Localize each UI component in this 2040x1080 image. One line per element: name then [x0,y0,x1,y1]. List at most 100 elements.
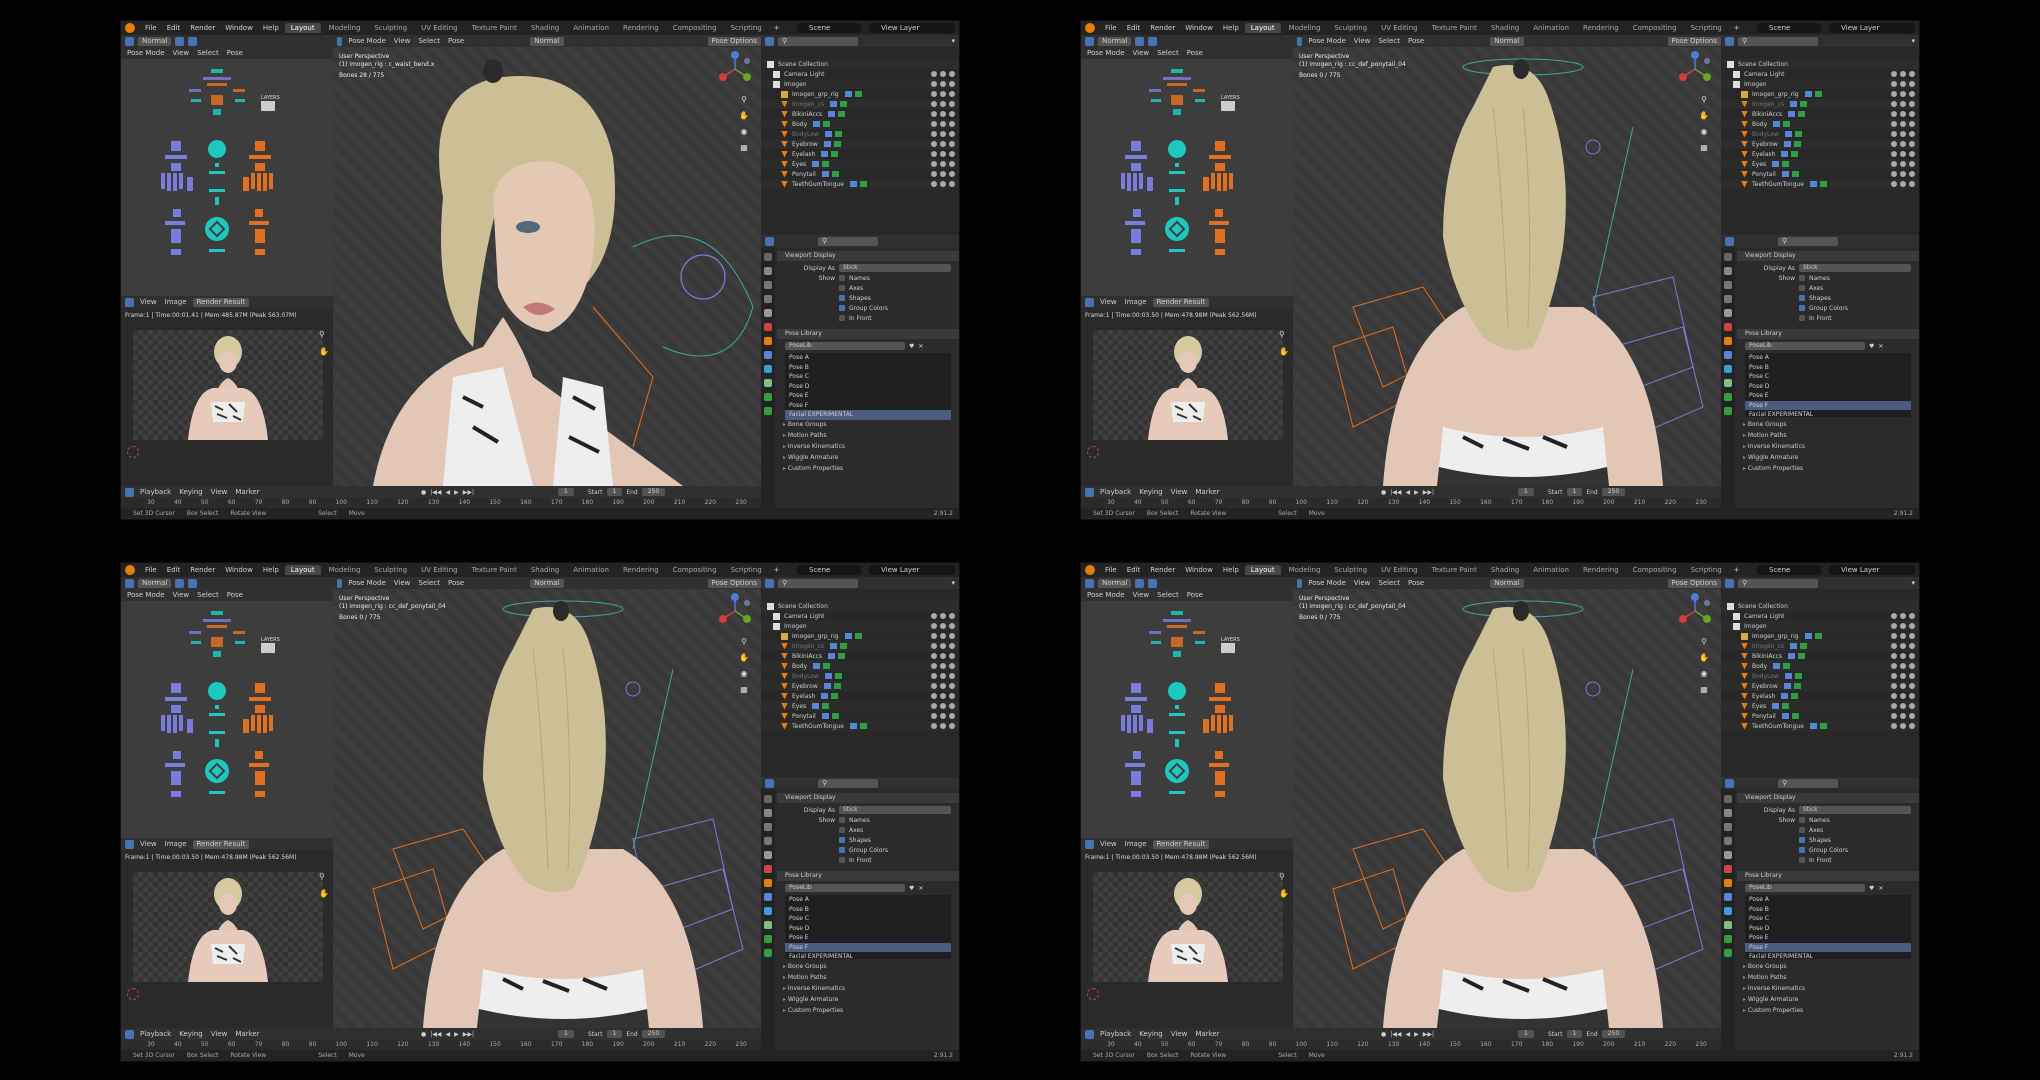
checkbox-icon[interactable] [1891,111,1897,117]
timeline-view-menu[interactable]: View [1169,1030,1190,1038]
subpanel-header[interactable]: Inverse Kinematics [1737,441,1919,452]
viewport-mode-dropdown[interactable]: Pose Mode [1306,579,1348,587]
modifier-icon[interactable] [830,643,838,649]
pose-list-item[interactable]: Pose E [1745,391,1911,401]
eye-icon[interactable] [940,161,946,167]
modifier-icon[interactable] [844,633,852,639]
modifier-icon[interactable] [840,643,848,649]
tab-animation[interactable]: Animation [567,23,615,33]
pan-view-icon[interactable]: ✋ [739,111,749,121]
snap-icon[interactable] [175,578,185,588]
poselib-selector[interactable]: PoseLib [785,342,905,350]
modifier-icon[interactable] [824,673,832,679]
eye-icon[interactable] [1900,723,1906,729]
head-control[interactable] [208,682,226,700]
scene-selector[interactable]: Scene [797,23,861,33]
modifier-icon[interactable] [1798,653,1806,659]
camera-icon[interactable] [949,151,955,157]
viewport-menu-select[interactable]: Select [416,579,442,587]
modifier-icon[interactable] [1800,101,1808,107]
checkbox-icon[interactable] [1891,161,1897,167]
hand-icon[interactable]: ✋ [1279,889,1289,898]
subpanel-header[interactable]: Custom Properties [1737,1005,1919,1016]
outliner-row[interactable]: Imogen_cs [1721,641,1919,651]
pose-library-panel[interactable]: Pose Library [777,329,959,339]
jump-end-icon[interactable]: ▶▶| [1423,1031,1434,1038]
menu-pose[interactable]: Pose [1185,49,1205,57]
modifier-icon[interactable] [1791,693,1799,699]
modifier-icon[interactable] [1809,723,1817,729]
head-control[interactable] [208,140,226,158]
image-menu-view[interactable]: View [138,298,159,306]
camera-icon[interactable] [949,161,955,167]
add-workspace-icon[interactable]: + [1730,566,1744,574]
outliner-row[interactable]: BikiniAccs [1721,651,1919,661]
view-layer-selector[interactable]: View Layer [869,565,955,575]
menu-file[interactable]: File [141,566,161,574]
outliner-search-field[interactable]: ⚲ [778,578,858,588]
timeline-editor-type-icon[interactable] [1085,487,1094,497]
tab-uv-editing[interactable]: UV Editing [415,23,464,33]
checkbox-icon[interactable] [931,713,937,719]
constraint-tab-icon[interactable] [1724,921,1732,929]
left-arm-controls[interactable] [1121,141,1153,255]
eye-icon[interactable] [1900,703,1906,709]
modifier-icon[interactable] [821,713,829,719]
eye-icon[interactable] [1900,161,1906,167]
zoom-view-icon[interactable]: ⚲ [739,95,749,105]
checkbox-icon[interactable] [931,91,937,97]
pan-view-icon[interactable]: ✋ [1699,653,1709,663]
camera-icon[interactable] [949,663,955,669]
camera-icon[interactable] [1909,81,1915,87]
jump-end-icon[interactable]: ▶▶| [463,489,474,496]
properties-editor-type-icon[interactable] [1725,236,1734,246]
checkbox-icon[interactable] [931,141,937,147]
view-layer-selector[interactable]: View Layer [869,23,955,33]
image-editor-type-icon[interactable] [125,297,134,307]
checkbox-icon[interactable] [931,121,937,127]
world-tab-icon[interactable] [764,323,772,331]
menu-render[interactable]: Render [1146,566,1179,574]
modifier-icon[interactable] [1783,121,1791,127]
timeline-playback-menu[interactable]: Playback [138,1030,173,1038]
checkbox-icon[interactable] [1891,653,1897,659]
right-arm-controls[interactable] [243,683,273,797]
image-menu-image[interactable]: Image [1123,298,1149,306]
outliner-row[interactable]: BodyLow [1721,129,1919,139]
subpanel-header[interactable]: Wiggle Armature [777,994,959,1005]
checkbox-icon[interactable] [1891,673,1897,679]
pose-list-item[interactable]: Pose F [785,942,951,952]
tab-uv-editing[interactable]: UV Editing [1375,565,1424,575]
modifier-icon[interactable] [831,693,839,699]
checkbox-icon[interactable] [931,653,937,659]
modifier-icon[interactable] [1781,171,1789,177]
tab-shading[interactable]: Shading [525,565,565,575]
bone-picker-graphic[interactable] [151,69,301,289]
modifier-tab-icon[interactable] [764,893,772,901]
right-arm-controls[interactable] [1203,141,1233,255]
snap-icon[interactable] [1135,36,1145,46]
subpanel-header[interactable]: Bone Groups [777,961,959,972]
perspective-toggle-icon[interactable]: ▦ [739,685,749,695]
pose-options-dropdown[interactable]: Pose Options [707,36,761,46]
transform-orientation-dropdown[interactable]: Normal [1098,36,1132,46]
current-frame-field[interactable]: 1 [1518,488,1534,496]
pose-list-item[interactable]: Pose C [1745,372,1911,382]
bone-picker-canvas[interactable] [1111,69,1261,289]
viewport-canvas[interactable] [1293,47,1721,486]
world-tab-icon[interactable] [764,865,772,873]
close-poselib-icon[interactable]: ✕ [918,885,923,892]
outliner-row[interactable]: Eyebrow [1721,139,1919,149]
checkbox-icon[interactable] [931,633,937,639]
jump-end-icon[interactable]: ▶▶| [463,1031,474,1038]
render-tab-icon[interactable] [764,809,772,817]
subpanel-header[interactable]: Motion Paths [777,972,959,983]
camera-icon[interactable] [949,131,955,137]
timeline-editor-type-icon[interactable] [1085,1029,1094,1039]
camera-icon[interactable] [949,633,955,639]
modifier-tab-icon[interactable] [1724,351,1732,359]
modifier-icon[interactable] [1814,633,1822,639]
eye-icon[interactable] [1900,181,1906,187]
modifier-icon[interactable] [1809,181,1817,187]
camera-icon[interactable] [949,693,955,699]
